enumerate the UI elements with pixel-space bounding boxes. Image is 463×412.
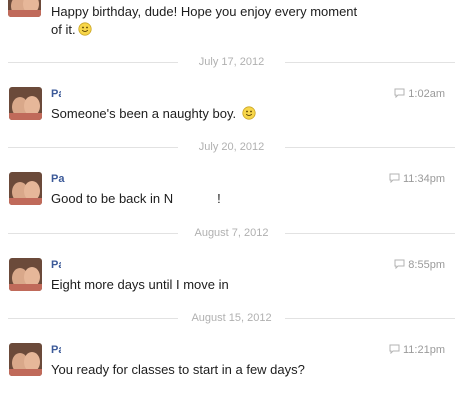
avatar[interactable] [9, 258, 42, 291]
avatar[interactable] [9, 172, 42, 205]
message-body: Someone's been a naughty boy. [51, 105, 256, 123]
sender-name[interactable]: Pa [51, 173, 65, 185]
message-body: You ready for classes to start in a few … [51, 362, 305, 377]
smiley-icon [77, 22, 92, 36]
divider-line [285, 233, 455, 234]
date-divider: August 15, 2012 [8, 311, 455, 325]
redacted-text [173, 191, 218, 205]
sender-name[interactable]: Pa [51, 344, 61, 356]
avatar[interactable] [9, 343, 42, 376]
date-divider: July 17, 2012 [8, 55, 455, 69]
message-item: Happy birthday, dude! Hope you enjoy eve… [0, 0, 463, 50]
date-divider: July 20, 2012 [8, 140, 455, 154]
message-item: Pa 1:02am Someone's been a naughty boy. [0, 87, 463, 127]
speech-bubble-icon [394, 88, 405, 98]
avatar[interactable] [8, 0, 41, 17]
message-timestamp: 1:02am [394, 88, 445, 100]
divider-line [285, 318, 455, 319]
message-item: Pa 8:55pm Eight more days until I move i… [0, 258, 463, 298]
smiley-icon [242, 106, 256, 120]
speech-bubble-icon [394, 259, 405, 269]
speech-bubble-icon [389, 344, 400, 354]
message-timestamp: 8:55pm [394, 259, 445, 271]
divider-line [285, 62, 455, 63]
message-body: Good to be back in N! [51, 191, 221, 206]
message-body: Happy birthday, dude! Hope you enjoy eve… [51, 4, 358, 37]
message-thread: Happy birthday, dude! Hope you enjoy eve… [0, 0, 463, 412]
message-timestamp: 11:34pm [389, 173, 445, 185]
sender-name[interactable]: Pa [51, 88, 61, 100]
date-divider: August 7, 2012 [8, 226, 455, 240]
divider-line [285, 147, 455, 148]
message-body: Eight more days until I move in [51, 277, 229, 292]
avatar[interactable] [9, 87, 42, 120]
message-timestamp: 11:21pm [389, 344, 445, 356]
sender-name[interactable]: Pa [51, 259, 61, 271]
message-item: Pa 11:34pm Good to be back in N! [0, 172, 463, 212]
speech-bubble-icon [389, 173, 400, 183]
message-item: Pa 11:21pm You ready for classes to star… [0, 343, 463, 383]
